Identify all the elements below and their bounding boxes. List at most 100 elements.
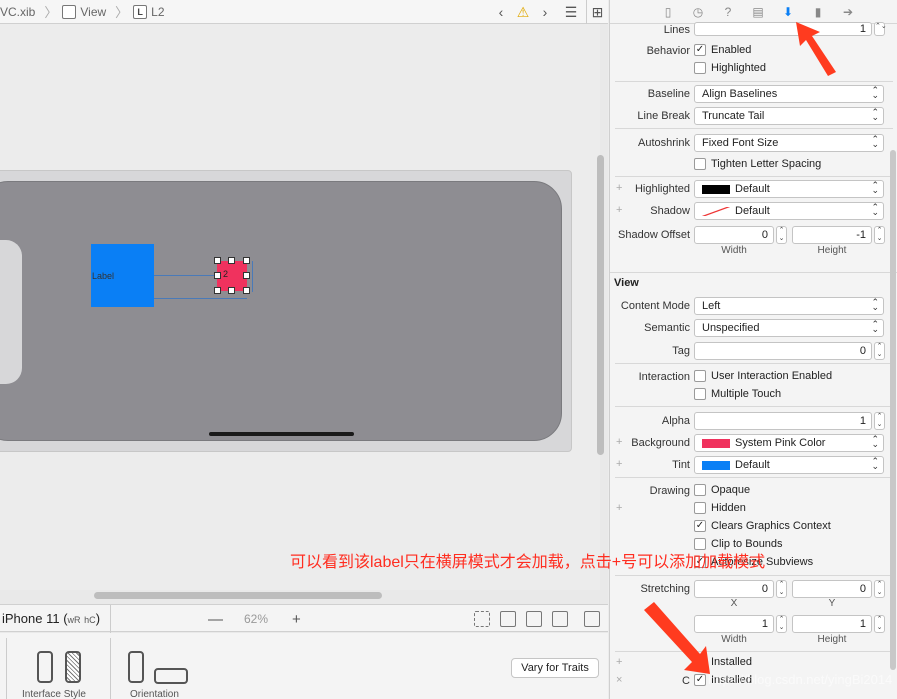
highlighted-color-label: Highlighted [634,183,690,195]
add-constraints-icon[interactable] [526,611,542,627]
divider [6,638,7,699]
zoom-in-button[interactable]: + [292,605,301,633]
inspector-scrollbar[interactable] [890,150,896,670]
checkmark-icon: ✓ [694,44,706,56]
height-caption: Height [817,634,847,645]
shadow-offset-height-field[interactable]: -1 [792,226,872,244]
portrait-icon[interactable] [128,651,144,683]
chevron-left-icon[interactable]: ‹ [490,0,512,24]
stretch-height-field[interactable]: 1 [792,615,872,633]
shadow-color-popup[interactable]: Default [694,202,884,220]
constraint-line[interactable] [252,261,253,292]
tint-color-popup[interactable]: Default [694,456,884,474]
orientation-label: Orientation [130,689,179,699]
resize-handle[interactable] [243,287,250,294]
stretch-height-stepper[interactable]: ⌃ ⌄ [874,615,885,633]
baseline-popup[interactable]: Align Baselines [694,85,884,103]
lines-icon[interactable]: ☰ [556,0,586,24]
resolve-issues-icon[interactable] [552,611,568,627]
lines-stepper[interactable]: ⌃⌄ [874,22,887,36]
add-installed-plus-icon[interactable]: + [616,656,622,668]
multiple-touch-checkbox[interactable]: Multiple Touch [694,388,781,400]
black-swatch [702,184,730,194]
breadcrumb-label[interactable]: L L2 [133,4,165,19]
align-icon[interactable] [500,611,516,627]
stretch-x-stepper[interactable]: ⌃ ⌄ [776,580,787,598]
width-caption: Width [721,245,747,256]
resize-handle[interactable] [214,272,221,279]
interface-style-label: Interface Style [22,689,86,699]
resize-handle[interactable] [228,257,235,264]
tag-stepper[interactable]: ⌃ ⌄ [874,342,885,360]
identity-icon[interactable]: ▤ [750,4,766,20]
highlighted-color-popup[interactable]: Default [694,180,884,198]
divider [615,477,893,478]
alpha-field[interactable]: 1 [694,412,872,430]
dark-style-icon[interactable] [65,651,81,683]
stretch-y-field[interactable]: 0 [792,580,872,598]
device-selector[interactable]: iPhone 11 (wR hC) [2,611,100,626]
remove-variation-x-icon[interactable]: × [616,674,622,686]
file-icon[interactable]: ▯ [660,4,676,20]
divider [110,638,111,699]
enabled-checkbox[interactable]: ✓ Enabled [694,44,751,56]
warning-icon[interactable]: ⚠ [512,0,534,24]
update-frames-icon[interactable] [474,611,490,627]
shadow-offset-width-field[interactable]: 0 [694,226,774,244]
chevron-right-icon[interactable]: › [534,0,556,24]
shadow-width-stepper[interactable]: ⌃ ⌄ [776,226,787,244]
line-break-popup[interactable]: Truncate Tail [694,107,884,125]
resize-handle[interactable] [214,257,221,264]
divider [615,128,893,129]
label-view-1[interactable]: Label [91,244,154,307]
light-style-icon[interactable] [37,651,53,683]
semantic-popup[interactable]: Unspecified [694,319,884,337]
connections-icon[interactable]: ➔ [840,4,856,20]
breadcrumb-file[interactable]: VC.xib [0,5,35,19]
alpha-stepper[interactable]: ⌃ ⌄ [874,412,885,430]
stretch-y-stepper[interactable]: ⌃ ⌄ [874,580,885,598]
stretch-width-stepper[interactable]: ⌃ ⌄ [776,615,787,633]
divider [615,81,893,82]
landscape-icon[interactable] [154,668,188,684]
device-screen[interactable] [0,181,562,441]
shadow-height-stepper[interactable]: ⌃ ⌄ [874,226,885,244]
constraint-line[interactable] [154,275,217,276]
resize-handle[interactable] [228,287,235,294]
opaque-checkbox[interactable]: Opaque [694,484,750,496]
add-editor-icon[interactable]: ⊞ [586,0,608,24]
resize-handle[interactable] [243,257,250,264]
size-icon[interactable]: ▮ [810,4,826,20]
zoom-out-button[interactable]: — [208,605,223,633]
content-mode-popup[interactable]: Left [694,297,884,315]
shadow-offset-label: Shadow Offset [618,229,690,241]
help-icon[interactable]: ? [720,4,736,20]
user-interaction-checkbox[interactable]: User Interaction Enabled [694,370,832,382]
divider [615,575,893,576]
embed-in-icon[interactable] [584,611,600,627]
tighten-spacing-checkbox[interactable]: Tighten Letter Spacing [694,158,821,170]
background-color-popup[interactable]: System Pink Color [694,434,884,452]
y-caption: Y [828,598,836,609]
vary-for-traits-button[interactable]: Vary for Traits [511,658,599,678]
horizontal-scrollbar[interactable] [94,592,382,599]
hidden-checkbox[interactable]: Hidden [694,502,746,514]
editor-area: VC.xib 〉 View 〉 L L2 ‹ ⚠ › ☰ ⊞ Label 2 iP… [0,0,608,699]
history-icon[interactable]: ◷ [690,4,706,20]
constraint-line[interactable] [154,298,247,299]
add-variation-plus-icon[interactable]: + [616,502,622,514]
resize-handle[interactable] [214,287,221,294]
interaction-label: Interaction [638,371,690,383]
highlighted-checkbox[interactable]: Highlighted [694,62,766,74]
zoom-level: 62% [244,612,269,626]
jump-bar: VC.xib 〉 View 〉 L L2 ‹ ⚠ › ☰ ⊞ [0,0,608,24]
resize-handle[interactable] [243,272,250,279]
tag-field[interactable]: 0 [694,342,872,360]
breadcrumb-view[interactable]: View [62,4,106,19]
vertical-scrollbar[interactable] [597,155,604,455]
attributes-icon[interactable]: ⬇ [780,4,796,20]
divider [110,605,111,633]
clears-context-checkbox[interactable]: ✓ Clears Graphics Context [694,520,831,532]
autoshrink-popup[interactable]: Fixed Font Size [694,134,884,152]
device-notch [0,240,22,384]
